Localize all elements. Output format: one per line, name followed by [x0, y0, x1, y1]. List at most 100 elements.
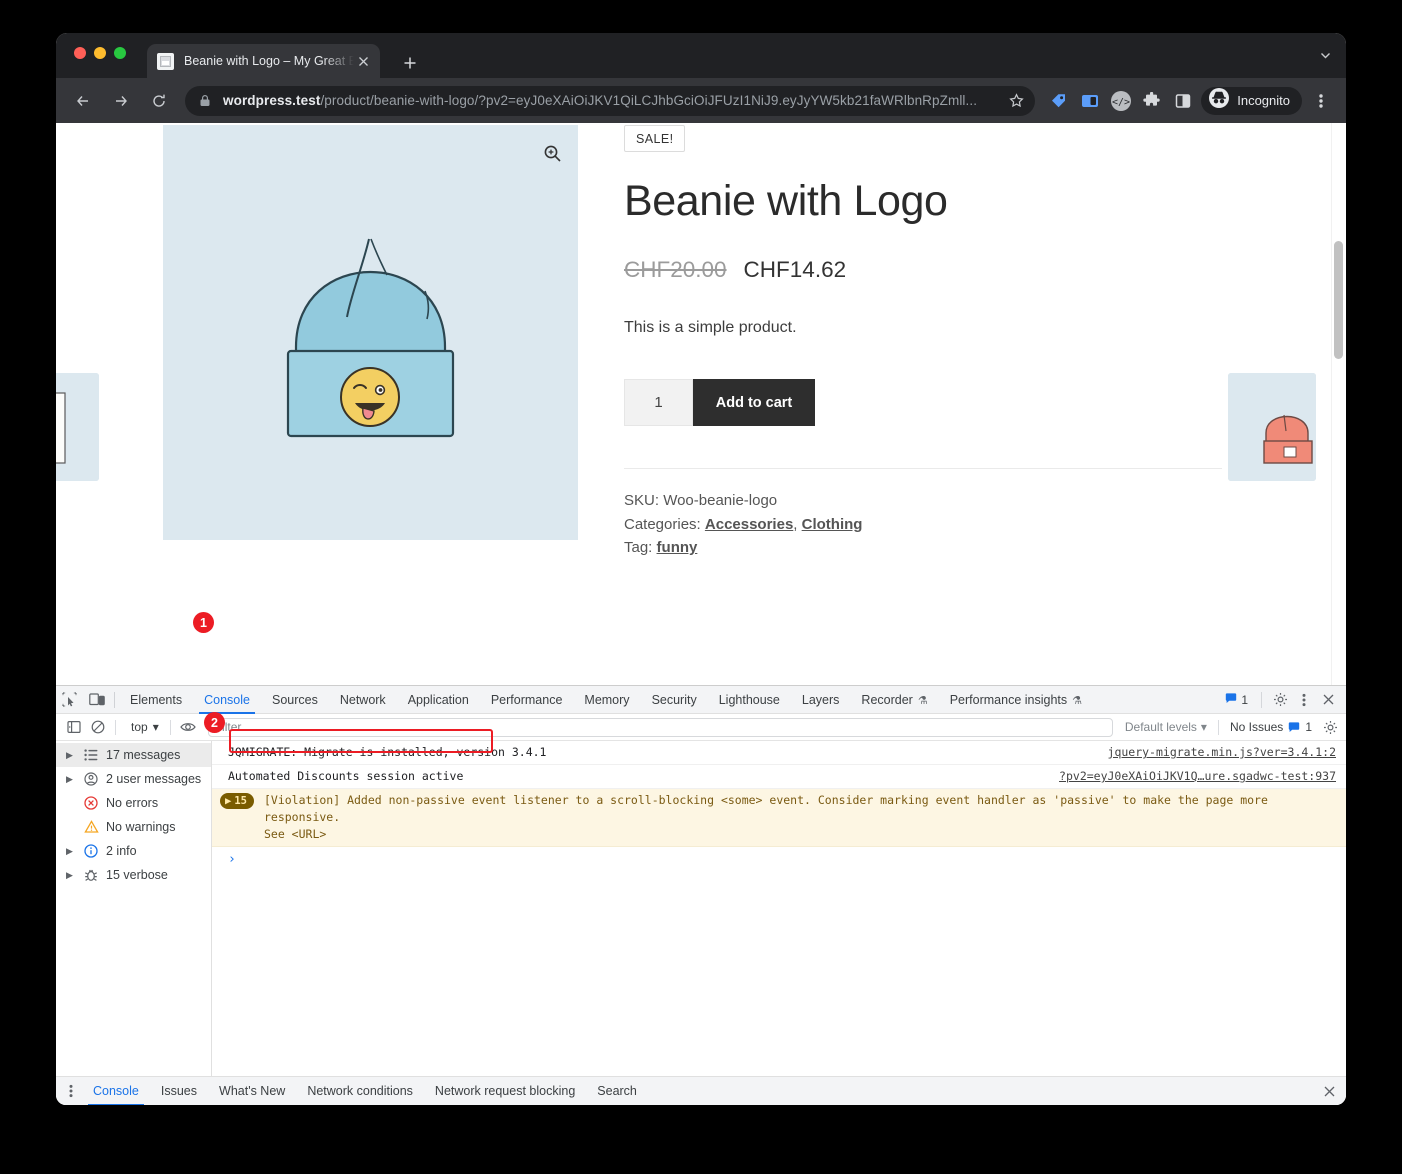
tab-layers[interactable]: Layers — [791, 686, 851, 714]
three-dot-menu-icon[interactable] — [1305, 86, 1336, 116]
tag-link-funny[interactable]: funny — [657, 539, 698, 556]
tab-security[interactable]: Security — [641, 686, 708, 714]
console-message-jqmigrate[interactable]: JQMIGRATE: Migrate is installed, version… — [212, 741, 1346, 765]
maximize-window-button[interactable] — [114, 47, 126, 59]
gear-icon[interactable] — [1269, 689, 1291, 711]
tab-sources[interactable]: Sources — [261, 686, 329, 714]
sidepanel-badge-icon[interactable] — [1074, 86, 1105, 116]
tab-lighthouse[interactable]: Lighthouse — [708, 686, 791, 714]
split-panel-icon[interactable] — [1167, 86, 1198, 116]
bookmark-star-icon[interactable] — [1003, 93, 1029, 108]
devtools-drawer-tab-bar: Console Issues What's New Network condit… — [56, 1076, 1346, 1105]
live-expression-eye-icon[interactable] — [176, 715, 200, 739]
sidebar-item-verbose[interactable]: ▶ 15 verbose — [56, 863, 211, 887]
three-dot-menu-icon[interactable] — [60, 1084, 82, 1098]
inspect-element-icon[interactable] — [56, 687, 83, 713]
close-icon[interactable] — [354, 52, 372, 70]
categories-separator: , — [793, 515, 802, 533]
sidebar-item-warnings[interactable]: No warnings — [56, 815, 211, 839]
tab-performance-insights[interactable]: Performance insights ⚗ — [939, 686, 1093, 714]
address-bar[interactable]: wordpress.test/product/beanie-with-logo/… — [185, 85, 1036, 116]
clear-console-icon[interactable] — [86, 715, 110, 739]
device-toolbar-icon[interactable] — [83, 687, 110, 713]
error-circle-icon — [82, 796, 100, 810]
page-icon — [157, 52, 174, 70]
new-tab-button[interactable] — [399, 52, 421, 74]
three-dot-menu-icon[interactable] — [1293, 689, 1315, 711]
drawer-tab-console[interactable]: Console — [82, 1077, 150, 1105]
chevron-right-icon[interactable]: ▶ — [66, 750, 76, 761]
console-message-text: Automated Discounts session active — [228, 769, 464, 783]
tab-application[interactable]: Application — [397, 686, 480, 714]
profile-incognito-chip[interactable]: Incognito — [1201, 86, 1302, 115]
tab-elements[interactable]: Elements — [119, 686, 193, 714]
drawer-tab-whats-new[interactable]: What's New — [208, 1077, 296, 1106]
sidebar-item-all-messages[interactable]: ▶ 17 messages — [56, 743, 211, 767]
puzzle-extension-icon[interactable] — [1136, 86, 1167, 116]
previous-product-thumbnail[interactable]: 00 — [56, 373, 99, 481]
tab-console[interactable]: Console — [193, 686, 261, 714]
chevron-right-icon[interactable]: ▶ — [66, 846, 76, 857]
console-message-source-link[interactable]: jquery-migrate.min.js?ver=3.4.1:2 — [1108, 744, 1336, 761]
console-filter-input[interactable] — [207, 717, 1113, 737]
reload-button[interactable] — [144, 86, 174, 116]
drawer-tab-search[interactable]: Search — [586, 1077, 648, 1106]
execution-context-select[interactable]: top ▾ — [125, 720, 165, 734]
tab-network[interactable]: Network — [329, 686, 397, 714]
sidebar-item-user-messages[interactable]: ▶ 2 user messages — [56, 767, 211, 791]
magnifier-plus-icon[interactable] — [540, 141, 564, 165]
flask-icon: ⚗ — [1072, 694, 1083, 707]
console-message-violation-group[interactable]: ▶ 15 [Violation] Added non-passive event … — [212, 789, 1346, 847]
sidebar-item-label: 15 verbose — [106, 868, 168, 882]
product-image-beanie — [163, 125, 578, 540]
violation-count-badge[interactable]: ▶ 15 — [220, 793, 254, 809]
tag-badge-icon[interactable] — [1043, 86, 1074, 116]
drawer-tab-network-conditions[interactable]: Network conditions — [296, 1077, 424, 1106]
tab-recorder-label: Recorder — [861, 692, 913, 707]
console-prompt[interactable]: › — [212, 847, 1346, 867]
category-link-clothing[interactable]: Clothing — [802, 516, 863, 533]
annotation-badge-1: 1 — [193, 612, 214, 633]
close-window-button[interactable] — [74, 47, 86, 59]
browser-tab[interactable]: Beanie with Logo – My Great B — [147, 44, 380, 78]
console-message-automated-discounts[interactable]: Automated Discounts session active ?pv2=… — [212, 765, 1346, 789]
category-link-accessories[interactable]: Accessories — [705, 516, 793, 533]
categories-label: Categories: — [624, 515, 701, 533]
product-gallery[interactable] — [163, 125, 578, 540]
chevron-right-icon[interactable]: ▶ — [66, 774, 76, 785]
browser-window: Beanie with Logo – My Great B wordpress. — [56, 33, 1346, 1105]
tab-memory[interactable]: Memory — [573, 686, 640, 714]
minimize-window-button[interactable] — [94, 47, 106, 59]
tag-label: Tag: — [624, 538, 653, 556]
console-message-source-link[interactable]: ?pv2=eyJ0eXAiOiJKV1Q…ure.sgadwc-test:937 — [1059, 768, 1336, 785]
chevron-down-icon[interactable] — [1319, 49, 1332, 67]
quantity-input[interactable] — [624, 379, 693, 427]
sidebar-item-info[interactable]: ▶ 2 info — [56, 839, 211, 863]
add-to-cart-button[interactable]: Add to cart — [693, 379, 815, 427]
drawer-tab-issues[interactable]: Issues — [150, 1077, 208, 1106]
drawer-tab-network-request-blocking[interactable]: Network request blocking — [424, 1077, 586, 1106]
page-viewport: 00 — [56, 123, 1346, 685]
code-brace-icon[interactable]: </> — [1105, 86, 1136, 116]
next-product-thumbnail[interactable] — [1228, 373, 1316, 481]
chevron-down-icon: ▾ — [152, 720, 159, 734]
message-count-chip[interactable]: 1 — [1219, 693, 1254, 707]
issues-chip[interactable]: No Issues 1 — [1224, 720, 1318, 734]
sidebar-item-errors[interactable]: No errors — [56, 791, 211, 815]
show-console-sidebar-icon[interactable] — [62, 715, 86, 739]
close-icon[interactable] — [1317, 689, 1339, 711]
tab-recorder[interactable]: Recorder ⚗ — [850, 686, 938, 714]
close-icon[interactable] — [1323, 1085, 1336, 1098]
console-sidebar: ▶ 17 messages ▶ 2 user messages No error… — [56, 741, 212, 1076]
gear-icon[interactable] — [1318, 715, 1342, 739]
chevron-right-icon[interactable]: ▶ — [66, 870, 76, 881]
console-body: ▶ 17 messages ▶ 2 user messages No error… — [56, 741, 1346, 1076]
page-scrollbar-thumb[interactable] — [1334, 241, 1343, 359]
back-button[interactable] — [68, 86, 98, 116]
message-count: 1 — [1241, 692, 1248, 707]
console-message-list[interactable]: JQMIGRATE: Migrate is installed, version… — [212, 741, 1346, 1076]
forward-button[interactable] — [106, 86, 136, 116]
page-scrollbar[interactable] — [1331, 123, 1346, 685]
tab-performance[interactable]: Performance — [480, 686, 574, 714]
log-levels-select[interactable]: Default levels ▾ — [1119, 720, 1213, 734]
